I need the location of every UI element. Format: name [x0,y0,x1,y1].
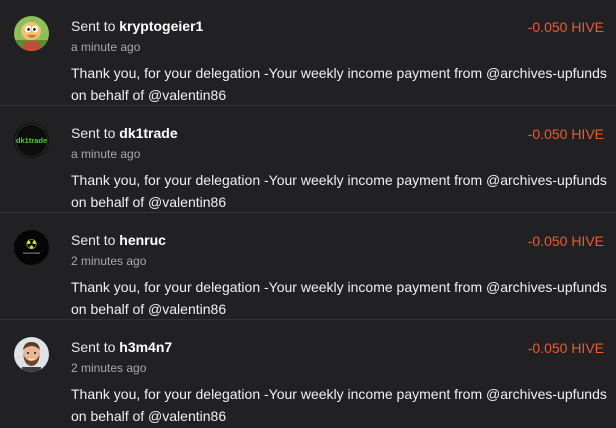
transfer-memo: Thank you, for your delegation -Your wee… [71,172,607,210]
avatar[interactable]: dk1trade [14,123,49,158]
avatar-logo-text: dk1trade [16,136,47,145]
sent-to-label: Sent to [71,339,116,355]
recipient-link[interactable]: kryptogeier1 [119,18,203,34]
divider [0,105,616,106]
transfer-memo: Thank you, for your delegation -Your wee… [71,386,607,424]
transfer-list: Sent to kryptogeier1 a minute ago -0.050… [0,0,616,428]
recipient-link[interactable]: henruc [119,232,166,248]
transfer-title: Sent to henruc [71,231,166,249]
transfer-amount: -0.050 HIVE [527,340,604,356]
dk1trade-logo-icon: dk1trade [14,123,49,158]
timestamp: a minute ago [71,40,141,54]
transfer-title: Sent to kryptogeier1 [71,17,203,35]
transfer-memo: Thank you, for your delegation -Your wee… [71,65,607,103]
bearded-man-icon [14,337,49,372]
recipient-link[interactable]: h3m4n7 [119,339,172,355]
transfer-amount: -0.050 HIVE [527,233,604,249]
list-item: dk1trade Sent to dk1trade a minute ago -… [0,107,616,213]
timestamp: 2 minutes ago [71,254,147,268]
timestamp: a minute ago [71,147,141,161]
sent-to-label: Sent to [71,232,116,248]
list-item: Sent to henruc 2 minutes ago -0.050 HIVE… [0,214,616,320]
sent-to-label: Sent to [71,125,116,141]
cartoon-vulture-icon [14,16,49,51]
transfer-amount: -0.050 HIVE [527,126,604,142]
avatar[interactable] [14,337,49,372]
transfer-amount: -0.050 HIVE [527,19,604,35]
divider [0,212,616,213]
transfer-title: Sent to dk1trade [71,124,178,142]
avatar[interactable] [14,16,49,51]
list-item: Sent to kryptogeier1 a minute ago -0.050… [0,0,616,106]
transfer-title: Sent to h3m4n7 [71,338,172,356]
timestamp: 2 minutes ago [71,361,147,375]
transfer-memo: Thank you, for your delegation -Your wee… [71,279,607,317]
avatar[interactable] [14,230,49,265]
recipient-link[interactable]: dk1trade [119,125,177,141]
sent-to-label: Sent to [71,18,116,34]
list-item: Sent to h3m4n7 2 minutes ago -0.050 HIVE… [0,321,616,427]
divider [0,319,616,320]
radioactive-logo-icon [14,230,49,265]
